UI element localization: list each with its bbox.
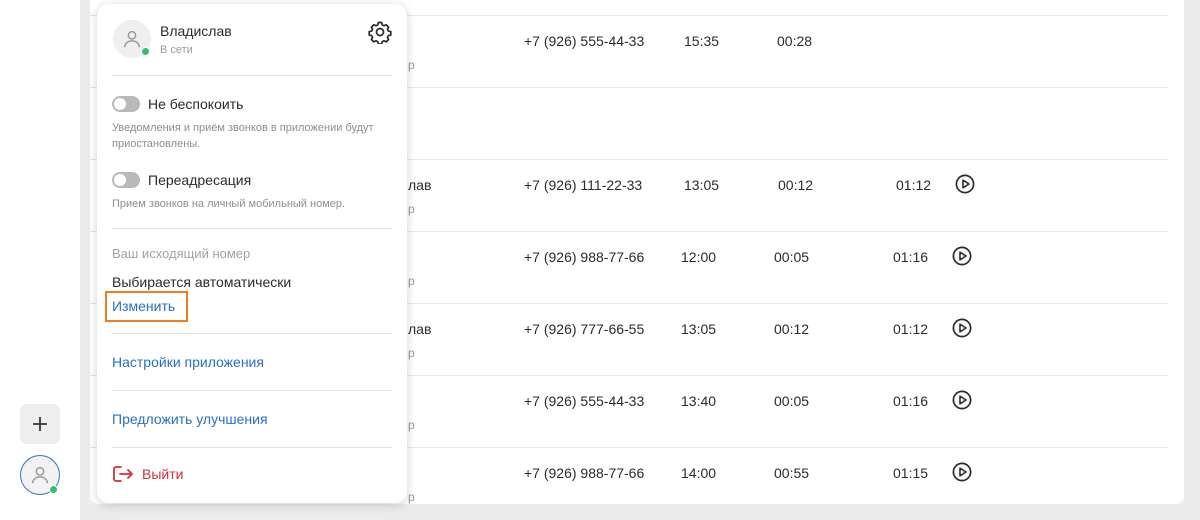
caller-subtitle: р xyxy=(408,418,415,432)
divider xyxy=(112,447,392,448)
wait-time: 00:12 xyxy=(774,321,810,337)
caller-subtitle: р xyxy=(408,202,415,216)
profile-name: Владислав xyxy=(160,23,232,39)
call-duration: 01:16 xyxy=(893,249,929,265)
call-time: 13:05 xyxy=(681,321,717,337)
sidebar xyxy=(0,0,80,520)
play-circle-icon[interactable] xyxy=(952,246,972,266)
gear-icon[interactable] xyxy=(368,20,392,44)
online-status-dot xyxy=(49,485,58,494)
call-time: 14:00 xyxy=(681,465,717,481)
do-not-disturb-hint: Уведомления и приём звонков в приложении… xyxy=(112,122,374,150)
wait-time: 00:28 xyxy=(777,33,813,49)
caller-subtitle: р xyxy=(408,58,415,72)
play-circle-icon[interactable] xyxy=(952,318,972,338)
plus-icon xyxy=(33,417,47,431)
caller-subtitle: р xyxy=(408,490,415,504)
online-status-dot xyxy=(141,47,150,56)
suggest-improvements-link[interactable]: Предложить улучшения xyxy=(112,411,268,427)
user-icon xyxy=(31,466,49,484)
do-not-disturb-label: Не беспокоить xyxy=(148,96,244,112)
forwarding-label: Переадресация xyxy=(148,172,252,188)
call-duration: 01:12 xyxy=(896,177,932,193)
do-not-disturb-toggle[interactable] xyxy=(112,96,140,112)
profile-status: В сети xyxy=(160,44,193,56)
add-button[interactable] xyxy=(20,404,60,444)
divider xyxy=(112,75,392,76)
call-duration: 01:12 xyxy=(893,321,929,337)
phone-number: +7 (926) 555-44-33 xyxy=(524,33,645,49)
caller-name: лав xyxy=(408,321,432,337)
user-icon xyxy=(123,30,141,48)
caller-subtitle: р xyxy=(408,274,415,288)
phone-number: +7 (926) 988-77-66 xyxy=(524,465,645,481)
outgoing-number-title: Ваш исходящий номер xyxy=(112,246,251,261)
divider xyxy=(112,333,392,334)
wait-time: 00:12 xyxy=(778,177,814,193)
app-settings-link[interactable]: Настройки приложения xyxy=(112,354,264,370)
phone-number: +7 (926) 988-77-66 xyxy=(524,249,645,265)
call-duration: 01:15 xyxy=(893,465,929,481)
call-time: 12:00 xyxy=(681,249,717,265)
play-circle-icon[interactable] xyxy=(952,462,972,482)
divider xyxy=(112,390,392,391)
phone-number: +7 (926) 555-44-33 xyxy=(524,393,645,409)
call-duration: 01:16 xyxy=(893,393,929,409)
forwarding-hint: Прием звонков на личный мобильный номер. xyxy=(112,198,346,210)
change-outgoing-number-link[interactable]: Изменить xyxy=(112,298,175,314)
call-time: 13:40 xyxy=(681,393,717,409)
caller-name: лав xyxy=(408,177,432,193)
logout-label: Выйти xyxy=(142,466,184,482)
caller-subtitle: р xyxy=(408,346,415,360)
wait-time: 00:55 xyxy=(774,465,810,481)
call-time: 15:35 xyxy=(684,33,720,49)
profile-menu-panel: Владислав В сети Не беспокоить Уведомлен… xyxy=(97,4,407,503)
logout-button[interactable]: Выйти xyxy=(112,465,183,483)
forwarding-toggle[interactable] xyxy=(112,172,140,188)
play-circle-icon[interactable] xyxy=(955,174,975,194)
phone-number: +7 (926) 111-22-33 xyxy=(524,177,643,193)
call-time: 13:05 xyxy=(684,177,720,193)
logout-icon xyxy=(113,466,133,482)
phone-number: +7 (926) 777-66-55 xyxy=(524,321,645,337)
outgoing-number-value: Выбирается автоматически xyxy=(112,274,292,290)
play-circle-icon[interactable] xyxy=(952,390,972,410)
wait-time: 00:05 xyxy=(774,249,810,265)
wait-time: 00:05 xyxy=(774,393,810,409)
divider xyxy=(112,228,392,229)
